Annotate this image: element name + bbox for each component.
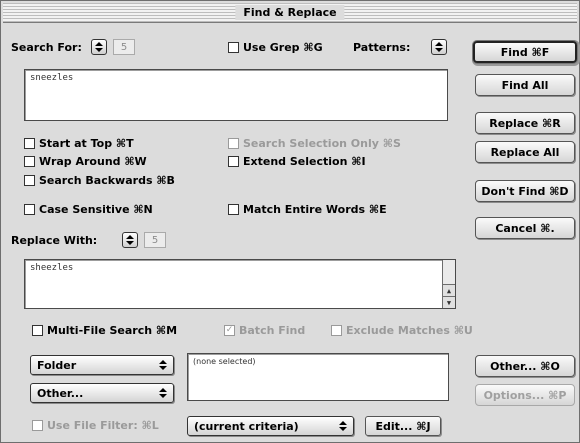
wrap-around-box <box>24 156 35 167</box>
replace-history-stepper[interactable] <box>122 232 138 248</box>
use-file-filter-box <box>32 420 43 431</box>
use-grep-box <box>228 42 239 53</box>
other-popup-label: Other... <box>37 386 84 400</box>
search-history-stepper[interactable] <box>91 39 107 55</box>
title-bar[interactable]: Find & Replace <box>3 3 577 23</box>
batch-find-checkbox[interactable]: ✓ Batch Find <box>224 324 305 337</box>
multi-file-search-box <box>32 325 43 336</box>
edit-filter-button[interactable]: Edit... ⌘J <box>365 416 441 436</box>
use-grep-label: Use Grep ⌘G <box>243 41 323 54</box>
file-selection-list[interactable]: (none selected) <box>187 353 449 401</box>
exclude-matches-label: Exclude Matches ⌘U <box>346 324 473 337</box>
search-for-text: sneezles <box>30 73 74 83</box>
stepper-arrows-icon <box>95 42 103 52</box>
use-file-filter-label: Use File Filter: ⌘L <box>47 419 159 432</box>
match-entire-words-checkbox[interactable]: Match Entire Words ⌘E <box>228 203 387 216</box>
dont-find-button[interactable]: Don't Find ⌘D <box>475 180 575 202</box>
popup-arrows-icon <box>156 358 170 372</box>
window-title: Find & Replace <box>235 5 345 20</box>
case-sensitive-box <box>24 204 35 215</box>
cancel-button[interactable]: Cancel ⌘. <box>475 217 575 239</box>
multi-file-search-label: Multi-File Search ⌘M <box>47 324 178 337</box>
scroll-down-arrow-icon[interactable]: ▼ <box>443 296 455 308</box>
replace-scrollbar[interactable]: ▲ ▼ <box>442 260 455 308</box>
search-backwards-label: Search Backwards ⌘B <box>39 174 175 187</box>
replace-with-text: sheezles <box>30 263 74 273</box>
stepper-arrows-icon <box>126 235 134 245</box>
replace-button[interactable]: Replace ⌘R <box>475 112 575 134</box>
extend-selection-box <box>228 156 239 167</box>
search-history-count: 5 <box>113 39 135 55</box>
replace-with-field[interactable]: sheezles ▲ ▼ <box>24 259 456 309</box>
replace-all-button[interactable]: Replace All <box>475 141 575 163</box>
case-sensitive-checkbox[interactable]: Case Sensitive ⌘N <box>24 203 153 216</box>
use-file-filter-checkbox[interactable]: Use File Filter: ⌘L <box>32 419 159 432</box>
match-entire-words-box <box>228 204 239 215</box>
patterns-label: Patterns: <box>353 41 411 54</box>
patterns-popup[interactable] <box>431 39 447 55</box>
start-at-top-label: Start at Top ⌘T <box>39 137 134 150</box>
wrap-around-label: Wrap Around ⌘W <box>39 155 147 168</box>
batch-find-box: ✓ <box>224 325 235 336</box>
search-selection-only-box <box>228 138 239 149</box>
search-for-field[interactable]: sneezles <box>24 69 448 121</box>
folder-popup-label: Folder <box>37 358 77 372</box>
case-sensitive-label: Case Sensitive ⌘N <box>39 203 153 216</box>
exclude-matches-box <box>331 325 342 336</box>
search-backwards-checkbox[interactable]: Search Backwards ⌘B <box>24 174 175 187</box>
file-filter-popup-label: (current criteria) <box>194 419 299 433</box>
search-backwards-box <box>24 175 35 186</box>
popup-arrows-icon <box>156 386 170 400</box>
search-selection-only-checkbox[interactable]: Search Selection Only ⌘S <box>228 137 401 150</box>
popup-arrows-icon <box>336 419 350 433</box>
multi-file-search-checkbox[interactable]: Multi-File Search ⌘M <box>32 324 177 337</box>
search-selection-only-label: Search Selection Only ⌘S <box>243 137 401 150</box>
find-button[interactable]: Find ⌘F <box>473 41 577 63</box>
start-at-top-box <box>24 138 35 149</box>
stepper-arrows-icon <box>435 42 443 52</box>
use-grep-checkbox[interactable]: Use Grep ⌘G <box>228 41 323 54</box>
extend-selection-checkbox[interactable]: Extend Selection ⌘I <box>228 155 366 168</box>
extend-selection-label: Extend Selection ⌘I <box>243 155 366 168</box>
wrap-around-checkbox[interactable]: Wrap Around ⌘W <box>24 155 147 168</box>
batch-find-label: Batch Find <box>239 324 306 337</box>
replace-with-label: Replace With: <box>11 234 98 247</box>
find-replace-window: Find & Replace Search For: 5 Use Grep ⌘G… <box>0 0 580 443</box>
other-button[interactable]: Other... ⌘O <box>475 355 575 377</box>
other-popup[interactable]: Other... <box>30 383 174 403</box>
search-for-label: Search For: <box>11 41 82 54</box>
find-all-button[interactable]: Find All <box>475 74 575 96</box>
file-filter-popup[interactable]: (current criteria) <box>187 416 354 436</box>
exclude-matches-checkbox[interactable]: Exclude Matches ⌘U <box>331 324 473 337</box>
start-at-top-checkbox[interactable]: Start at Top ⌘T <box>24 137 134 150</box>
options-button[interactable]: Options... ⌘P <box>475 384 575 406</box>
file-selection-text: (none selected) <box>193 357 256 366</box>
scroll-up-arrow-icon[interactable]: ▲ <box>443 284 455 296</box>
folder-popup[interactable]: Folder <box>30 355 174 375</box>
replace-history-count: 5 <box>144 232 166 248</box>
match-entire-words-label: Match Entire Words ⌘E <box>243 203 387 216</box>
